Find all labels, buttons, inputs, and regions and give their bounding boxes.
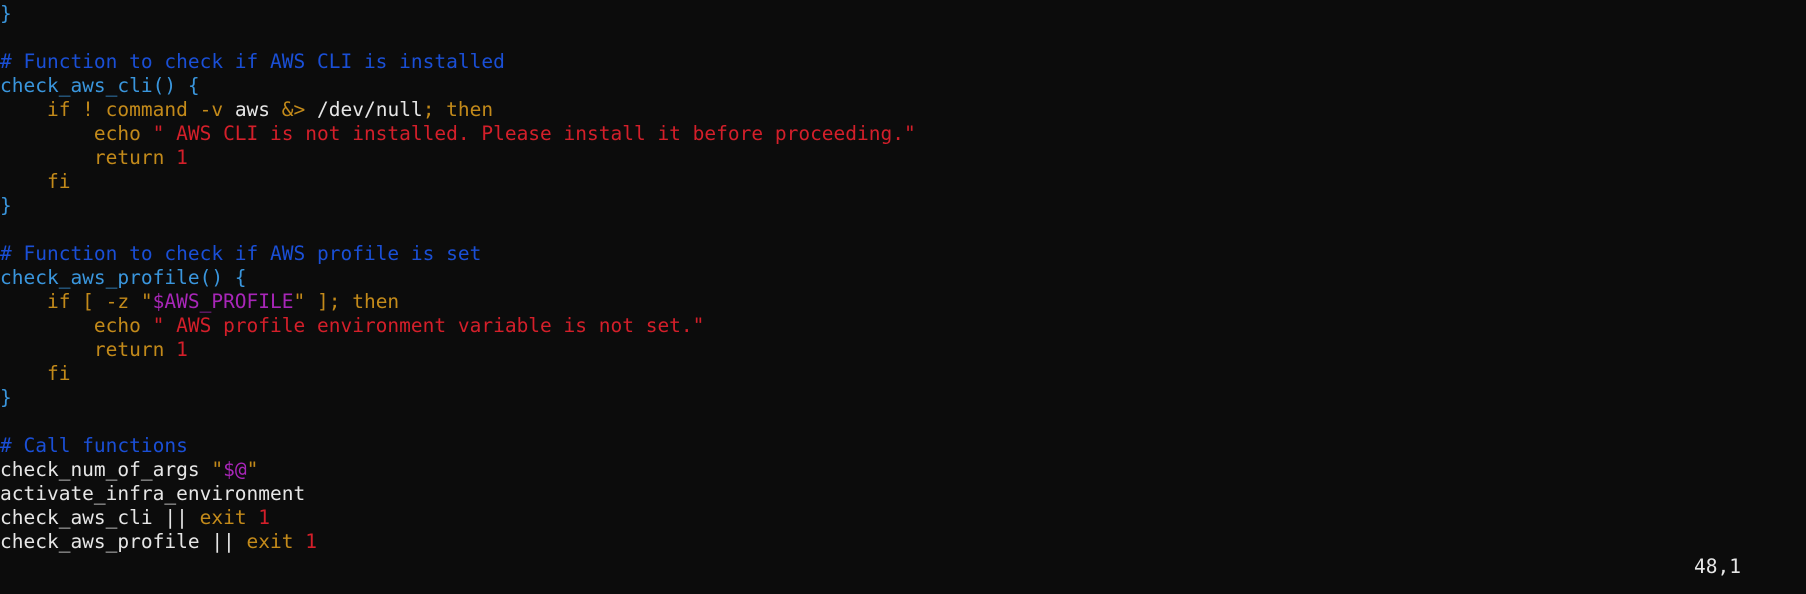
code-line[interactable]: # Call functions	[0, 434, 1806, 458]
code-token: ; then	[422, 98, 494, 121]
code-token: $@	[223, 458, 247, 481]
code-line[interactable]	[0, 26, 1806, 50]
code-token: check_aws_cli() {	[0, 74, 200, 97]
code-token: echo	[0, 122, 153, 145]
code-line[interactable]: }	[0, 194, 1806, 218]
code-line[interactable]: }	[0, 386, 1806, 410]
code-token: exit	[199, 506, 259, 529]
code-token: if [ -z "	[0, 290, 153, 313]
code-token: 1	[176, 146, 188, 169]
code-line[interactable]: check_aws_cli || exit 1	[0, 506, 1806, 530]
code-line[interactable]: # Function to check if AWS CLI is instal…	[0, 50, 1806, 74]
code-line[interactable]: activate_infra_environment	[0, 482, 1806, 506]
code-line[interactable]: check_aws_profile() {	[0, 266, 1806, 290]
code-line[interactable]	[0, 218, 1806, 242]
code-token: return	[0, 146, 177, 169]
code-token: &>	[281, 98, 318, 121]
cursor-position-ruler: 48,1	[1694, 555, 1741, 578]
code-line[interactable]	[0, 410, 1806, 434]
code-token: 1	[305, 530, 317, 553]
code-token: " AWS CLI is not installed. Please insta…	[152, 122, 916, 145]
code-token: # Function to check if AWS CLI is instal…	[0, 50, 505, 73]
code-line[interactable]: check_aws_profile || exit 1	[0, 530, 1806, 554]
code-line[interactable]: return 1	[0, 338, 1806, 362]
code-token: /dev/null	[317, 98, 423, 121]
code-token: check_aws_cli ||	[0, 506, 200, 529]
code-line[interactable]: check_num_of_args "$@"	[0, 458, 1806, 482]
code-token: return	[0, 338, 177, 361]
code-token: echo	[0, 314, 153, 337]
code-token: # Call functions	[0, 434, 188, 457]
code-token: aws	[234, 98, 282, 121]
code-token: fi	[0, 362, 71, 385]
code-token: " AWS profile environment variable is no…	[152, 314, 705, 337]
code-token: 1	[258, 506, 271, 529]
code-token: check_aws_profile ||	[0, 530, 247, 553]
code-line[interactable]: fi	[0, 170, 1806, 194]
code-line[interactable]: # Function to check if AWS profile is se…	[0, 242, 1806, 266]
code-token: }	[0, 2, 12, 25]
code-line[interactable]: return 1	[0, 146, 1806, 170]
code-token: check_aws_profile() {	[0, 266, 247, 289]
code-token: }	[0, 386, 12, 409]
code-token: exit	[246, 530, 306, 553]
code-token: fi	[0, 170, 71, 193]
code-token: "	[246, 458, 259, 481]
terminal-editor[interactable]: } # Function to check if AWS CLI is inst…	[0, 2, 1806, 594]
code-token: $AWS_PROFILE	[152, 290, 294, 313]
code-line[interactable]: echo " AWS profile environment variable …	[0, 314, 1806, 338]
code-line[interactable]: if [ -z "$AWS_PROFILE" ]; then	[0, 290, 1806, 314]
code-token: # Function to check if AWS profile is se…	[0, 242, 482, 265]
code-line[interactable]: check_aws_cli() {	[0, 74, 1806, 98]
code-line[interactable]: }	[0, 2, 1806, 26]
code-token: }	[0, 194, 12, 217]
code-token: if ! command -v	[0, 98, 235, 121]
code-token: activate_infra_environment	[0, 482, 306, 505]
code-token: check_num_of_args	[0, 458, 212, 481]
code-token: " ]; then	[293, 290, 400, 313]
code-line[interactable]: fi	[0, 362, 1806, 386]
code-line[interactable]: echo " AWS CLI is not installed. Please …	[0, 122, 1806, 146]
code-token: 1	[176, 338, 188, 361]
code-line[interactable]: if ! command -v aws &> /dev/null; then	[0, 98, 1806, 122]
code-token: "	[211, 458, 224, 481]
